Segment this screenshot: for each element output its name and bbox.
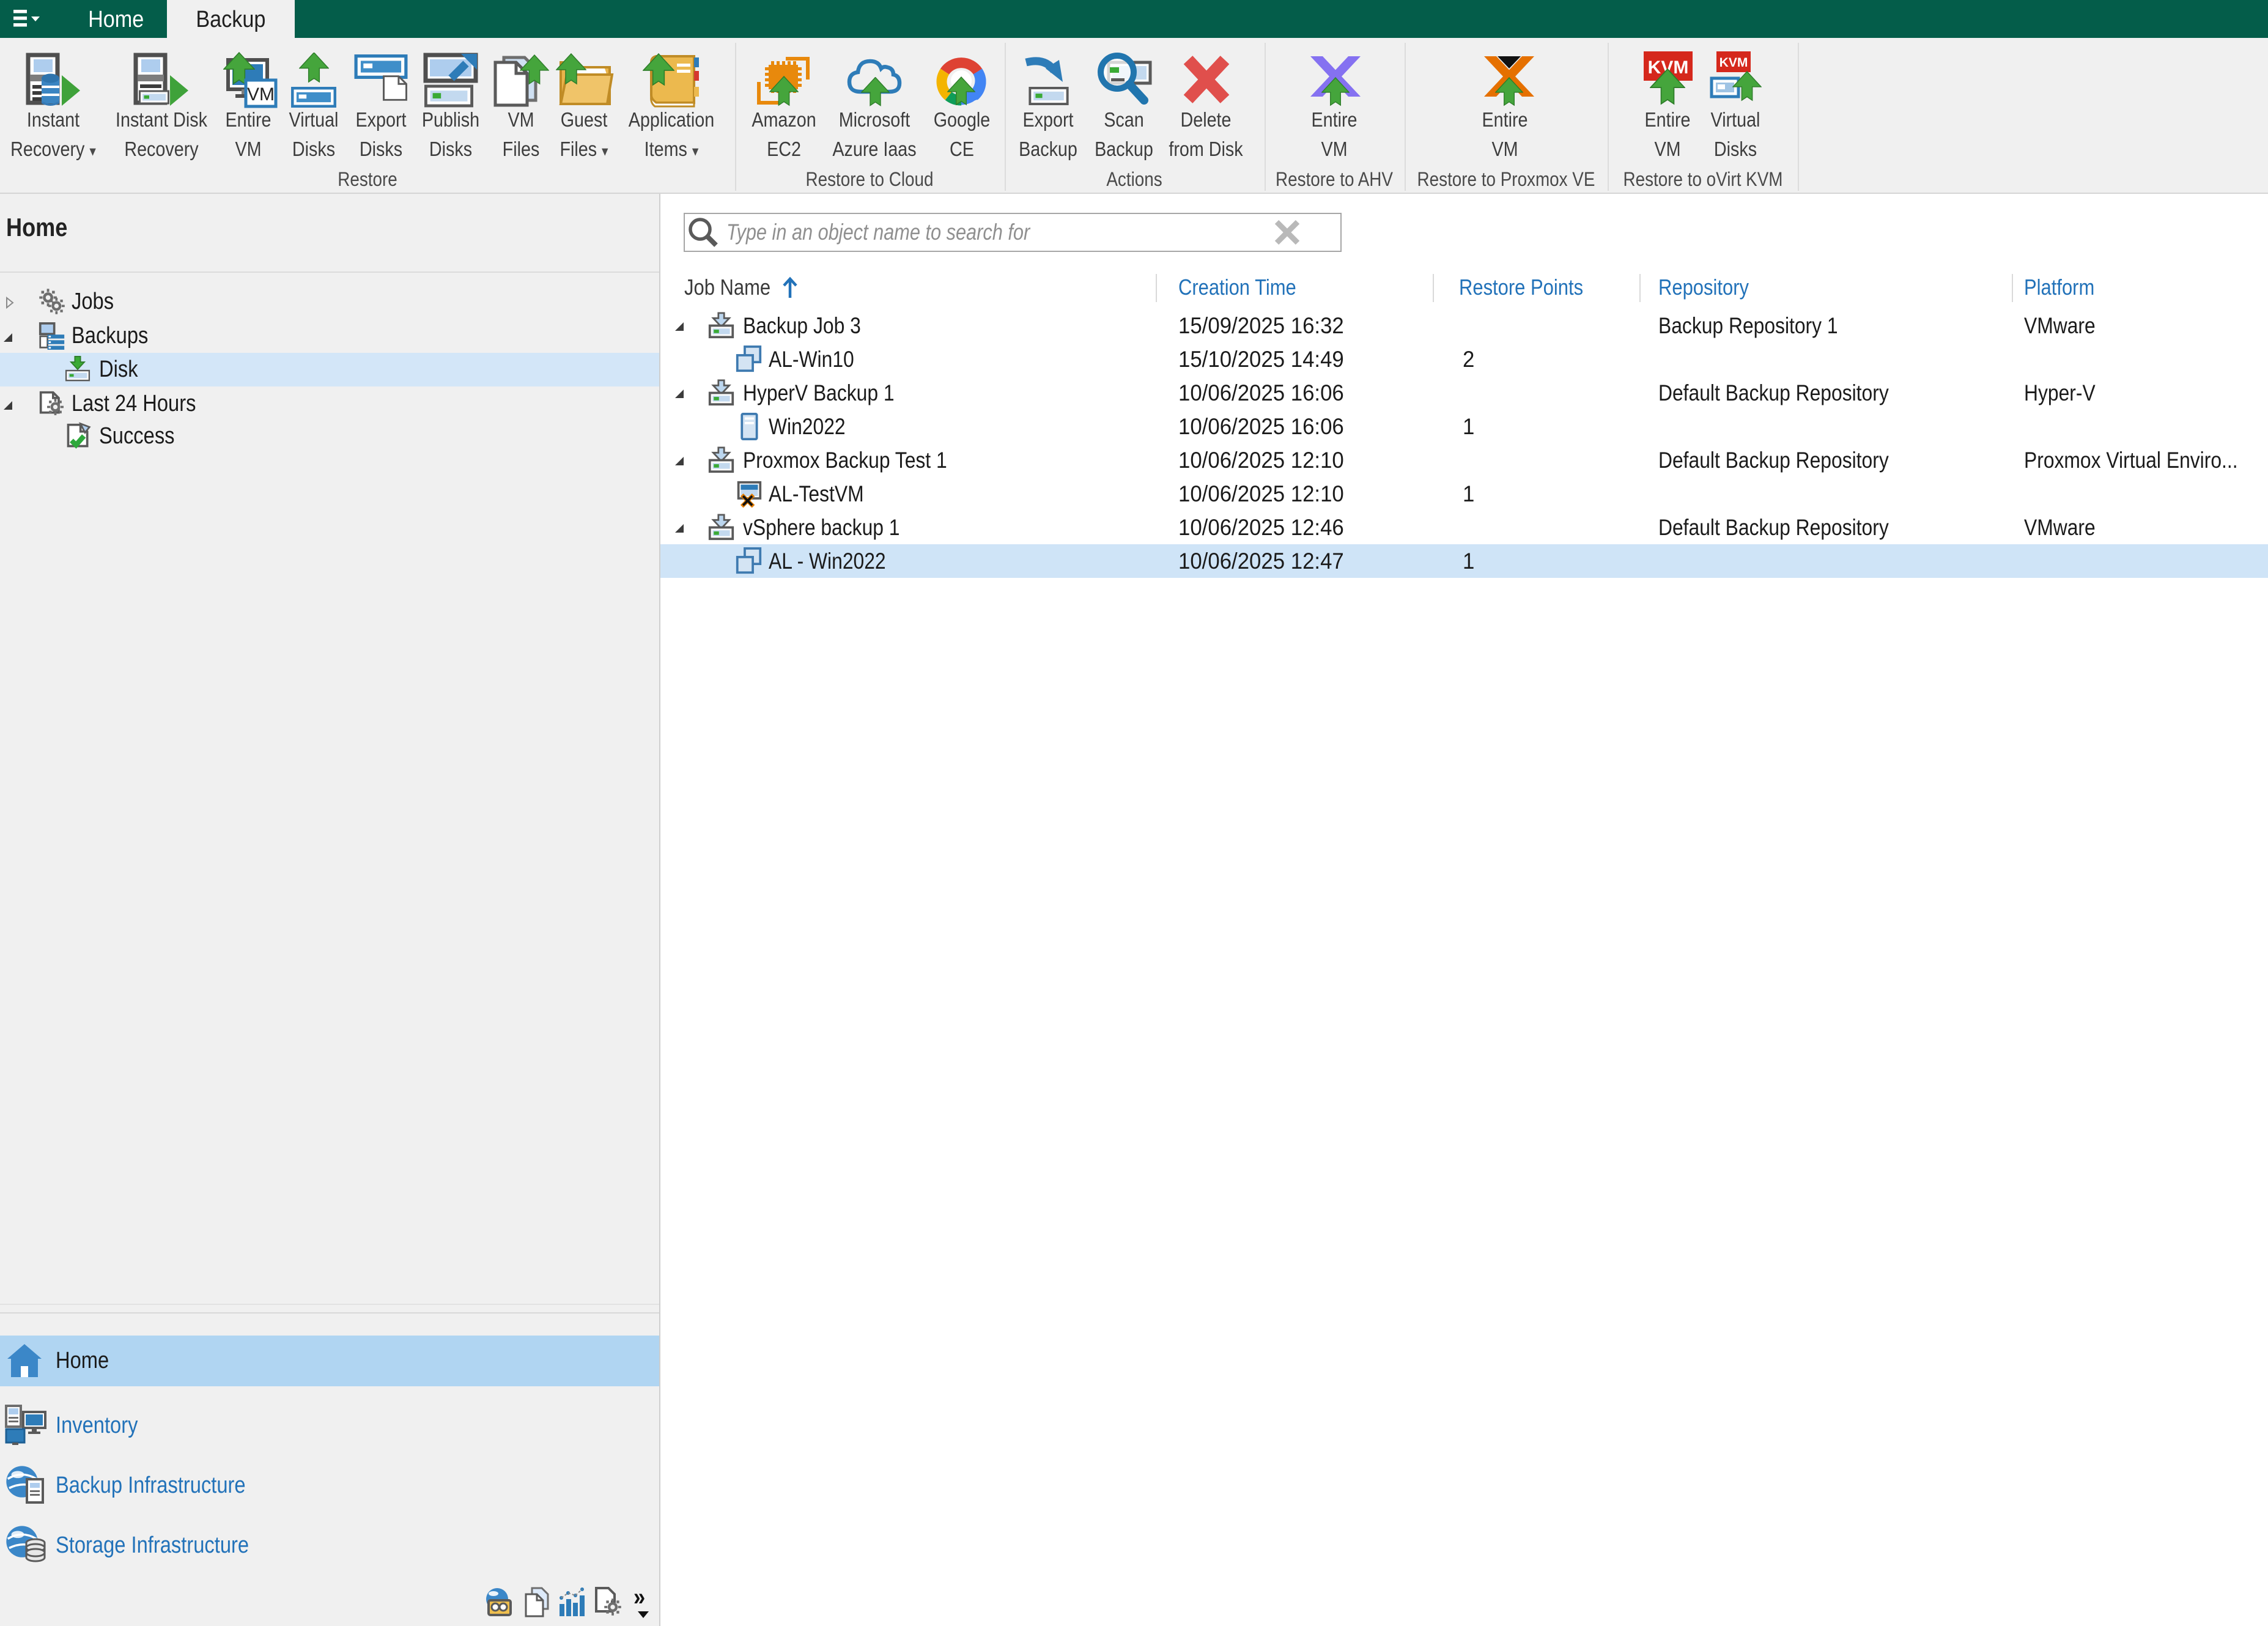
svg-text:VM: VM bbox=[247, 84, 275, 105]
svg-text:KVM: KVM bbox=[1719, 56, 1748, 70]
